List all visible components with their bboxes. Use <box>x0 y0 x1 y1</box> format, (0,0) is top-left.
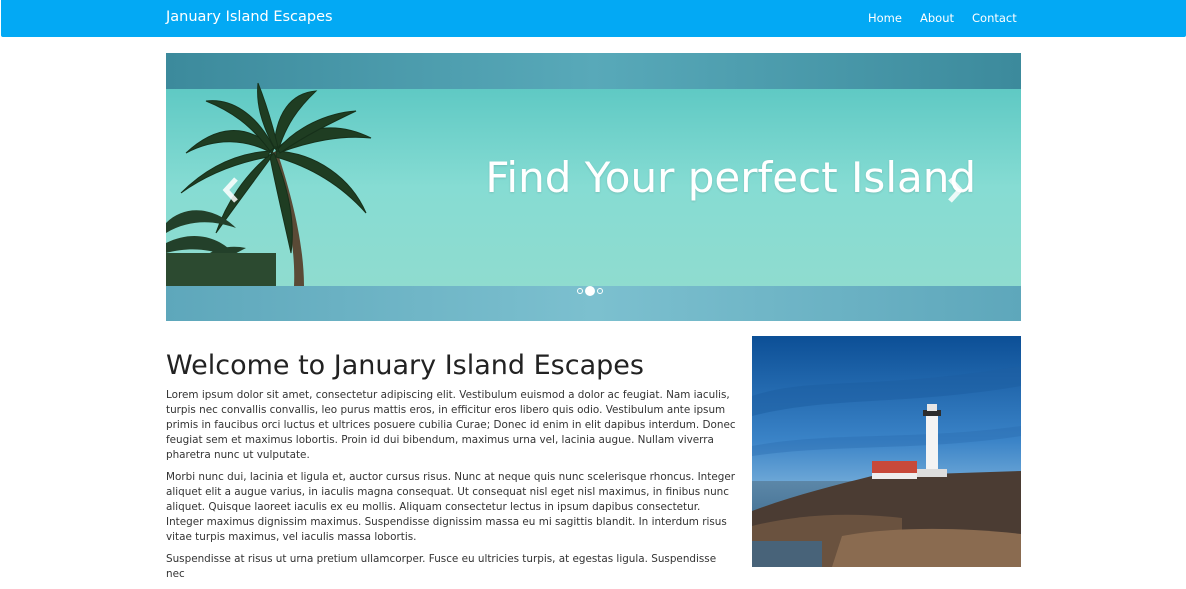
page-title: Welcome to January Island Escapes <box>166 350 644 381</box>
carousel-indicator-3[interactable] <box>597 288 603 294</box>
nav-link-about[interactable]: About <box>920 11 954 25</box>
carousel-indicator-2[interactable] <box>585 286 595 296</box>
lighthouse-photo <box>752 336 1021 567</box>
carousel-prev-button[interactable] <box>218 175 244 205</box>
chevron-left-icon <box>222 177 238 203</box>
paragraph-2: Morbi nunc dui, lacinia et ligula et, au… <box>166 471 735 543</box>
carousel-indicator-1[interactable] <box>577 288 583 294</box>
carousel-indicators <box>577 285 603 297</box>
carousel-heading: Find Your perfect Island <box>485 153 976 202</box>
brand-link[interactable]: January Island Escapes <box>166 9 333 25</box>
paragraph-3: Suspendisse at risus ut urna pretium ull… <box>166 553 717 580</box>
hero-carousel: Find Your perfect Island <box>166 53 1021 321</box>
carousel-next-button[interactable] <box>942 175 968 205</box>
paragraph-1: Lorem ipsum dolor sit amet, consectetur … <box>166 389 736 461</box>
nav-link-home[interactable]: Home <box>868 11 902 25</box>
chevron-right-icon <box>948 177 964 203</box>
intro-text: Lorem ipsum dolor sit amet, consectetur … <box>166 388 736 589</box>
navbar: January Island Escapes Home About Contac… <box>1 0 1186 37</box>
nav-link-contact[interactable]: Contact <box>972 11 1017 25</box>
